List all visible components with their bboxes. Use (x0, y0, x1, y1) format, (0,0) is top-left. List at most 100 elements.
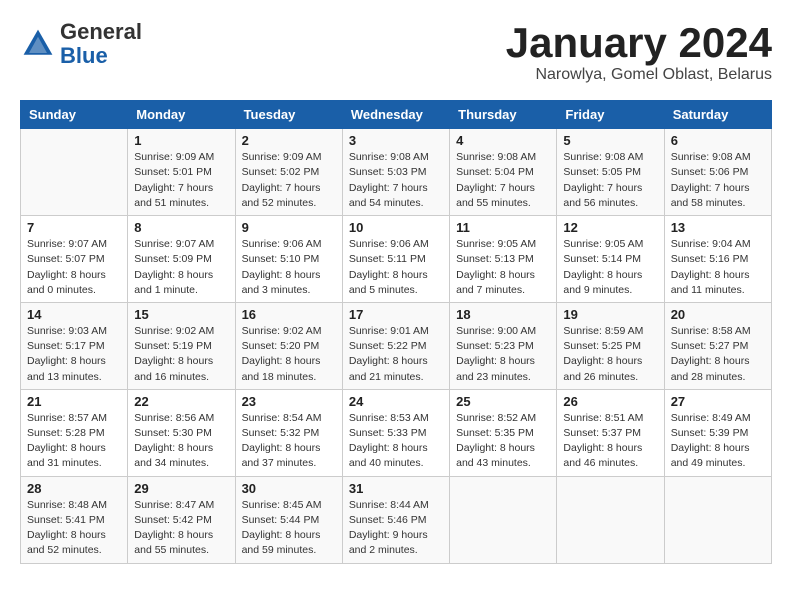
week-row-3: 14 Sunrise: 9:03 AM Sunset: 5:17 PM Dayli… (21, 302, 772, 389)
calendar-header: SundayMondayTuesdayWednesdayThursdayFrid… (21, 101, 772, 129)
day-info: Sunrise: 9:08 AM Sunset: 5:06 PM Dayligh… (671, 150, 765, 211)
day-info: Sunrise: 8:51 AM Sunset: 5:37 PM Dayligh… (563, 411, 657, 472)
day-number: 16 (242, 307, 336, 322)
day-info: Sunrise: 8:47 AM Sunset: 5:42 PM Dayligh… (134, 498, 228, 559)
day-number: 6 (671, 133, 765, 148)
day-number: 3 (349, 133, 443, 148)
day-info: Sunrise: 9:07 AM Sunset: 5:09 PM Dayligh… (134, 237, 228, 298)
day-number: 26 (563, 394, 657, 409)
calendar-cell (557, 476, 664, 563)
week-row-2: 7Sunrise: 9:07 AM Sunset: 5:07 PM Daylig… (21, 216, 772, 303)
calendar-body: 1 Sunrise: 9:09 AM Sunset: 5:01 PM Daylig… (21, 129, 772, 563)
day-number: 13 (671, 220, 765, 235)
day-info: Sunrise: 9:06 AM Sunset: 5:11 PM Dayligh… (349, 237, 443, 298)
header-day-monday: Monday (128, 101, 235, 129)
day-info: Sunrise: 9:07 AM Sunset: 5:07 PM Dayligh… (27, 237, 121, 298)
calendar-cell: 24 Sunrise: 8:53 AM Sunset: 5:33 PM Dayli… (342, 389, 449, 476)
calendar-cell: 15Sunrise: 9:02 AM Sunset: 5:19 PM Dayli… (128, 302, 235, 389)
day-number: 31 (349, 481, 443, 496)
calendar-cell: 5 Sunrise: 9:08 AM Sunset: 5:05 PM Daylig… (557, 129, 664, 216)
day-info: Sunrise: 9:04 AM Sunset: 5:16 PM Dayligh… (671, 237, 765, 298)
calendar-cell: 31 Sunrise: 8:44 AM Sunset: 5:46 PM Dayli… (342, 476, 449, 563)
calendar-cell: 22 Sunrise: 8:56 AM Sunset: 5:30 PM Dayli… (128, 389, 235, 476)
day-number: 22 (134, 394, 228, 409)
day-number: 14 (27, 307, 121, 322)
day-info: Sunrise: 8:57 AM Sunset: 5:28 PM Dayligh… (27, 411, 121, 472)
day-number: 27 (671, 394, 765, 409)
day-number: 25 (456, 394, 550, 409)
day-info: Sunrise: 8:45 AM Sunset: 5:44 PM Dayligh… (242, 498, 336, 559)
day-info: Sunrise: 8:52 AM Sunset: 5:35 PM Dayligh… (456, 411, 550, 472)
day-number: 8 (134, 220, 228, 235)
calendar-cell: 3 Sunrise: 9:08 AM Sunset: 5:03 PM Daylig… (342, 129, 449, 216)
header-day-tuesday: Tuesday (235, 101, 342, 129)
calendar-cell: 21 Sunrise: 8:57 AM Sunset: 5:28 PM Dayli… (21, 389, 128, 476)
header-day-wednesday: Wednesday (342, 101, 449, 129)
calendar-cell: 4 Sunrise: 9:08 AM Sunset: 5:04 PM Daylig… (450, 129, 557, 216)
day-number: 28 (27, 481, 121, 496)
calendar-cell: 10Sunrise: 9:06 AM Sunset: 5:11 PM Dayli… (342, 216, 449, 303)
header-day-saturday: Saturday (664, 101, 771, 129)
day-info: Sunrise: 9:00 AM Sunset: 5:23 PM Dayligh… (456, 324, 550, 385)
month-title: January 2024 (506, 20, 772, 66)
calendar-cell: 11 Sunrise: 9:05 AM Sunset: 5:13 PM Dayli… (450, 216, 557, 303)
calendar-cell (664, 476, 771, 563)
day-number: 24 (349, 394, 443, 409)
day-number: 20 (671, 307, 765, 322)
logo-general-text: General (60, 19, 142, 44)
day-info: Sunrise: 8:58 AM Sunset: 5:27 PM Dayligh… (671, 324, 765, 385)
calendar-cell: 6 Sunrise: 9:08 AM Sunset: 5:06 PM Daylig… (664, 129, 771, 216)
day-info: Sunrise: 9:08 AM Sunset: 5:05 PM Dayligh… (563, 150, 657, 211)
header-day-thursday: Thursday (450, 101, 557, 129)
day-number: 11 (456, 220, 550, 235)
header-row: SundayMondayTuesdayWednesdayThursdayFrid… (21, 101, 772, 129)
day-info: Sunrise: 9:03 AM Sunset: 5:17 PM Dayligh… (27, 324, 121, 385)
logo-icon (20, 26, 56, 62)
day-number: 1 (134, 133, 228, 148)
logo-blue-text: Blue (60, 43, 108, 68)
calendar-cell: 13 Sunrise: 9:04 AM Sunset: 5:16 PM Dayli… (664, 216, 771, 303)
day-number: 17 (349, 307, 443, 322)
day-info: Sunrise: 9:05 AM Sunset: 5:13 PM Dayligh… (456, 237, 550, 298)
day-number: 4 (456, 133, 550, 148)
page-header: General Blue January 2024 Narowlya, Gome… (20, 20, 772, 84)
location-text: Narowlya, Gomel Oblast, Belarus (506, 66, 772, 84)
calendar-cell (21, 129, 128, 216)
day-number: 12 (563, 220, 657, 235)
calendar-cell: 29 Sunrise: 8:47 AM Sunset: 5:42 PM Dayli… (128, 476, 235, 563)
day-number: 15 (134, 307, 228, 322)
calendar-cell: 18 Sunrise: 9:00 AM Sunset: 5:23 PM Dayli… (450, 302, 557, 389)
week-row-1: 1 Sunrise: 9:09 AM Sunset: 5:01 PM Daylig… (21, 129, 772, 216)
day-info: Sunrise: 8:44 AM Sunset: 5:46 PM Dayligh… (349, 498, 443, 559)
day-info: Sunrise: 8:54 AM Sunset: 5:32 PM Dayligh… (242, 411, 336, 472)
day-info: Sunrise: 8:49 AM Sunset: 5:39 PM Dayligh… (671, 411, 765, 472)
calendar-cell: 28Sunrise: 8:48 AM Sunset: 5:41 PM Dayli… (21, 476, 128, 563)
calendar-cell: 19Sunrise: 8:59 AM Sunset: 5:25 PM Dayli… (557, 302, 664, 389)
day-number: 5 (563, 133, 657, 148)
calendar-cell: 20 Sunrise: 8:58 AM Sunset: 5:27 PM Dayli… (664, 302, 771, 389)
day-number: 21 (27, 394, 121, 409)
calendar-cell: 14 Sunrise: 9:03 AM Sunset: 5:17 PM Dayli… (21, 302, 128, 389)
day-number: 18 (456, 307, 550, 322)
day-info: Sunrise: 9:06 AM Sunset: 5:10 PM Dayligh… (242, 237, 336, 298)
day-info: Sunrise: 9:09 AM Sunset: 5:02 PM Dayligh… (242, 150, 336, 211)
day-number: 29 (134, 481, 228, 496)
calendar-cell: 2 Sunrise: 9:09 AM Sunset: 5:02 PM Daylig… (235, 129, 342, 216)
day-info: Sunrise: 8:53 AM Sunset: 5:33 PM Dayligh… (349, 411, 443, 472)
day-info: Sunrise: 8:56 AM Sunset: 5:30 PM Dayligh… (134, 411, 228, 472)
calendar-cell (450, 476, 557, 563)
calendar-cell: 17Sunrise: 9:01 AM Sunset: 5:22 PM Dayli… (342, 302, 449, 389)
day-info: Sunrise: 9:08 AM Sunset: 5:04 PM Dayligh… (456, 150, 550, 211)
day-number: 2 (242, 133, 336, 148)
calendar-cell: 30Sunrise: 8:45 AM Sunset: 5:44 PM Dayli… (235, 476, 342, 563)
calendar-cell: 25 Sunrise: 8:52 AM Sunset: 5:35 PM Dayli… (450, 389, 557, 476)
day-info: Sunrise: 9:05 AM Sunset: 5:14 PM Dayligh… (563, 237, 657, 298)
day-info: Sunrise: 9:08 AM Sunset: 5:03 PM Dayligh… (349, 150, 443, 211)
calendar-cell: 8 Sunrise: 9:07 AM Sunset: 5:09 PM Daylig… (128, 216, 235, 303)
day-number: 9 (242, 220, 336, 235)
calendar-cell: 7Sunrise: 9:07 AM Sunset: 5:07 PM Daylig… (21, 216, 128, 303)
calendar-cell: 12 Sunrise: 9:05 AM Sunset: 5:14 PM Dayli… (557, 216, 664, 303)
calendar-cell: 1 Sunrise: 9:09 AM Sunset: 5:01 PM Daylig… (128, 129, 235, 216)
day-info: Sunrise: 9:09 AM Sunset: 5:01 PM Dayligh… (134, 150, 228, 211)
week-row-5: 28Sunrise: 8:48 AM Sunset: 5:41 PM Dayli… (21, 476, 772, 563)
